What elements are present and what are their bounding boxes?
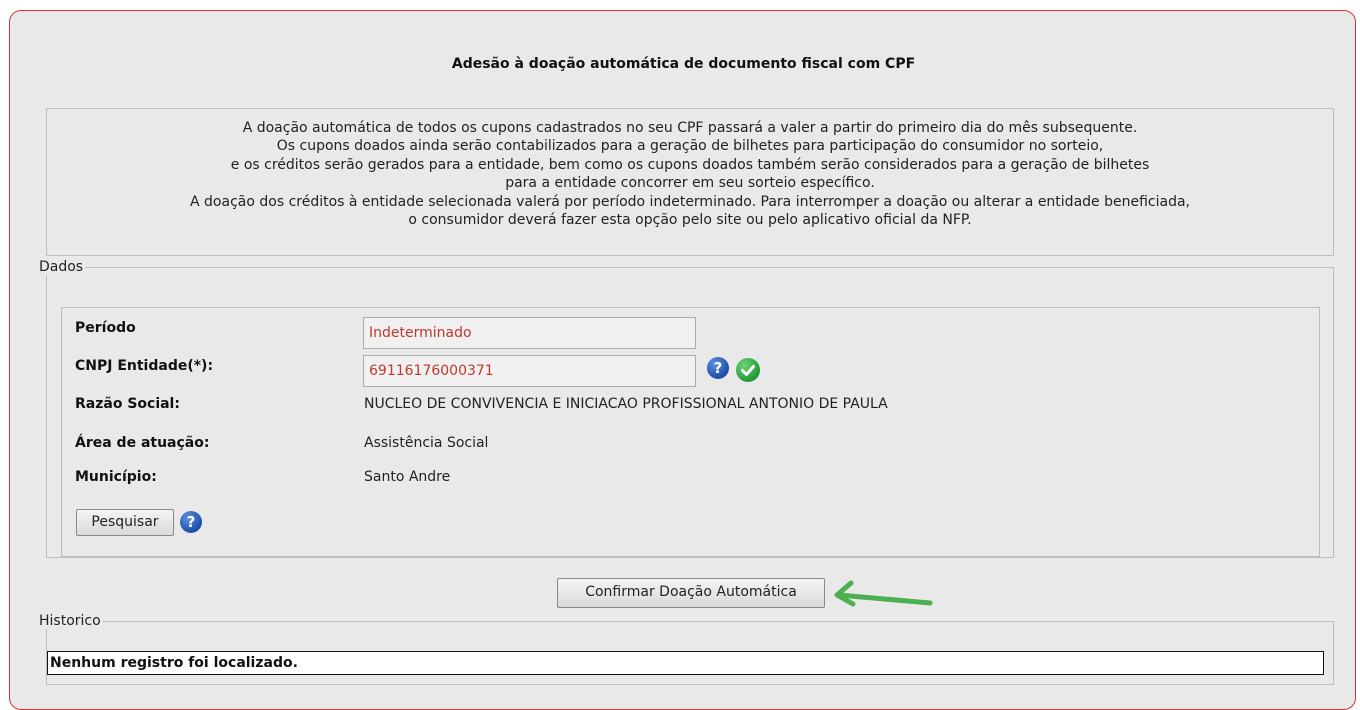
pesquisar-button[interactable]: Pesquisar (76, 509, 174, 536)
main-panel: Adesão à doação automática de documento … (9, 10, 1356, 710)
question-circle-icon[interactable]: ? (180, 511, 202, 533)
historico-fieldset: Historico Nenhum registro foi localizado… (39, 613, 1334, 685)
page-title: Adesão à doação automática de documento … (451, 56, 916, 72)
razao-value: NUCLEO DE CONVIVENCIA E INICIACAO PROFIS… (364, 396, 888, 412)
arrow-left-icon (834, 580, 933, 607)
area-label: Área de atuação: (75, 435, 210, 451)
area-value: Assistência Social (364, 435, 489, 451)
periodo-label: Período (75, 320, 136, 336)
dados-inner-box: Período Indeterminado CNPJ Entidade(*): … (61, 307, 1320, 557)
info-line: o consumidor deverá fazer esta opção pel… (408, 212, 972, 229)
check-circle-icon (736, 358, 760, 382)
razao-label: Razão Social: (75, 396, 180, 412)
info-line: e os créditos serão gerados para a entid… (230, 156, 1150, 173)
info-line: para a entidade concorrer em seu sorteio… (505, 175, 875, 192)
info-line: A doação dos créditos à entidade selecio… (190, 193, 1190, 210)
cnpj-field[interactable]: 69116176000371 (363, 355, 696, 387)
municipio-label: Município: (75, 469, 157, 485)
confirm-donation-button[interactable]: Confirmar Doação Automática (557, 578, 825, 608)
info-line: Os cupons doados ainda serão contabiliza… (276, 138, 1104, 155)
question-circle-icon[interactable]: ? (707, 357, 729, 379)
dados-legend: Dados (39, 259, 84, 275)
empty-history-message: Nenhum registro foi localizado. (47, 651, 1324, 675)
dados-fieldset: Dados Período Indeterminado CNPJ Entidad… (39, 259, 1334, 558)
cnpj-label: CNPJ Entidade(*): (75, 358, 214, 374)
info-line: A doação automática de todos os cupons c… (242, 120, 1138, 136)
municipio-value: Santo Andre (364, 469, 451, 485)
info-box: A doação automática de todos os cupons c… (46, 108, 1334, 256)
historico-legend: Historico (39, 613, 101, 629)
periodo-field[interactable]: Indeterminado (363, 317, 696, 349)
